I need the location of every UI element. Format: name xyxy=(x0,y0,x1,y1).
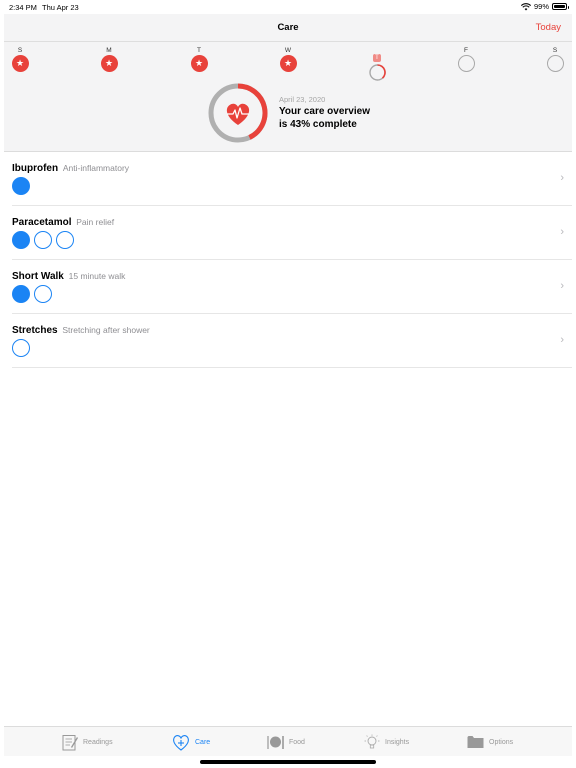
day-label: T xyxy=(197,47,201,54)
overview-date: April 23, 2020 xyxy=(279,95,326,104)
notepad-icon xyxy=(62,734,78,750)
dose-button-completed[interactable] xyxy=(12,285,30,303)
dose-button-pending[interactable] xyxy=(34,231,52,249)
battery-icon xyxy=(552,3,569,10)
overview-summary: Your care overview is 43% complete xyxy=(279,105,399,131)
care-progress-ring xyxy=(208,83,268,143)
empty-ring-icon xyxy=(546,55,564,72)
folder-icon xyxy=(467,736,484,748)
day-saturday[interactable]: S xyxy=(540,46,570,72)
today-button[interactable]: Today xyxy=(536,22,561,33)
task-header: Short Walk 15 minute walk xyxy=(12,271,125,282)
tab-label: Insights xyxy=(385,738,410,746)
day-friday[interactable]: F xyxy=(451,46,481,72)
tab-readings[interactable]: Readings xyxy=(62,732,113,752)
tab-bar: Readings Care Food Insights Options xyxy=(4,726,572,756)
day-label: S xyxy=(552,47,558,54)
task-subtitle: 15 minute walk xyxy=(68,271,126,281)
day-sunday[interactable]: S ★ xyxy=(5,46,35,72)
task-stretches[interactable]: Stretches Stretching after shower › xyxy=(12,314,572,368)
task-header: Stretches Stretching after shower xyxy=(12,325,150,336)
day-label: W xyxy=(284,47,292,54)
status-time: 2:34 PM xyxy=(9,3,37,12)
day-monday[interactable]: M ★ xyxy=(94,46,124,72)
heart-plus-icon xyxy=(173,734,189,751)
care-header: Care Today S ★ M ★ T ★ W ★ T F S April 2… xyxy=(4,14,572,152)
week-calendar: S ★ M ★ T ★ W ★ T F S xyxy=(4,46,572,81)
task-subtitle: Stretching after shower xyxy=(62,325,150,335)
home-indicator xyxy=(200,760,376,764)
day-label: F xyxy=(464,47,468,54)
chevron-right-icon: › xyxy=(560,226,564,238)
dose-buttons xyxy=(12,177,30,195)
progress-ring-icon xyxy=(368,64,386,81)
task-list: Ibuprofen Anti-inflammatory › Paracetamo… xyxy=(12,152,572,368)
fork-knife-icon xyxy=(267,736,284,749)
empty-ring-icon xyxy=(457,55,475,72)
tab-options[interactable]: Options xyxy=(467,732,513,752)
battery-percent: 99% xyxy=(533,2,549,11)
star-icon: ★ xyxy=(190,55,208,72)
lightbulb-icon xyxy=(364,734,380,748)
task-title: Paracetamol xyxy=(12,217,72,228)
page-title: Care xyxy=(277,22,299,33)
task-paracetamol[interactable]: Paracetamol Pain relief › xyxy=(12,206,572,260)
tab-food[interactable]: Food xyxy=(267,732,305,752)
dose-button-completed[interactable] xyxy=(12,231,30,249)
dose-buttons xyxy=(12,231,74,249)
chevron-right-icon: › xyxy=(560,280,564,292)
heartbeat-icon xyxy=(226,103,250,125)
task-ibuprofen[interactable]: Ibuprofen Anti-inflammatory › xyxy=(12,152,572,206)
task-title: Short Walk xyxy=(12,271,64,282)
wifi-icon xyxy=(520,2,531,10)
dose-buttons xyxy=(12,285,52,303)
dose-button-pending[interactable] xyxy=(56,231,74,249)
chevron-right-icon: › xyxy=(560,172,564,184)
nav-bar: Care Today xyxy=(4,14,572,42)
overview-line-1: Your care overview xyxy=(279,106,370,117)
tab-label: Care xyxy=(195,738,211,746)
tab-label: Options xyxy=(489,738,514,746)
task-title: Stretches xyxy=(12,325,58,336)
star-icon: ★ xyxy=(11,55,29,72)
task-header: Paracetamol Pain relief xyxy=(12,217,114,228)
day-label: S xyxy=(17,47,23,54)
status-right: 99% xyxy=(520,2,569,11)
dose-button-pending[interactable] xyxy=(12,339,30,357)
task-subtitle: Anti-inflammatory xyxy=(62,163,130,173)
star-icon: ★ xyxy=(100,55,118,72)
tab-label: Readings xyxy=(83,738,113,746)
dose-button-pending[interactable] xyxy=(34,285,52,303)
task-subtitle: Pain relief xyxy=(76,217,115,227)
tab-insights[interactable]: Insights xyxy=(364,732,409,752)
status-bar: 2:34 PM Thu Apr 23 99% xyxy=(0,0,576,14)
day-label: M xyxy=(106,47,112,54)
task-short-walk[interactable]: Short Walk 15 minute walk › xyxy=(12,260,572,314)
day-tuesday[interactable]: T ★ xyxy=(184,46,214,72)
task-header: Ibuprofen Anti-inflammatory xyxy=(12,163,129,174)
tab-care[interactable]: Care xyxy=(172,732,210,752)
dose-button-completed[interactable] xyxy=(12,177,30,195)
overview-line-2: is 43% complete xyxy=(279,119,357,130)
chevron-right-icon: › xyxy=(560,334,564,346)
task-title: Ibuprofen xyxy=(12,163,59,174)
dose-buttons xyxy=(12,339,30,357)
status-date: Thu Apr 23 xyxy=(42,3,79,12)
day-thursday[interactable]: T xyxy=(362,46,392,81)
care-overview: April 23, 2020 Your care overview is 43%… xyxy=(206,81,506,145)
day-label-today: T xyxy=(373,54,381,62)
day-wednesday[interactable]: W ★ xyxy=(273,46,303,72)
tab-label: Food xyxy=(289,738,305,746)
star-icon: ★ xyxy=(279,55,297,72)
